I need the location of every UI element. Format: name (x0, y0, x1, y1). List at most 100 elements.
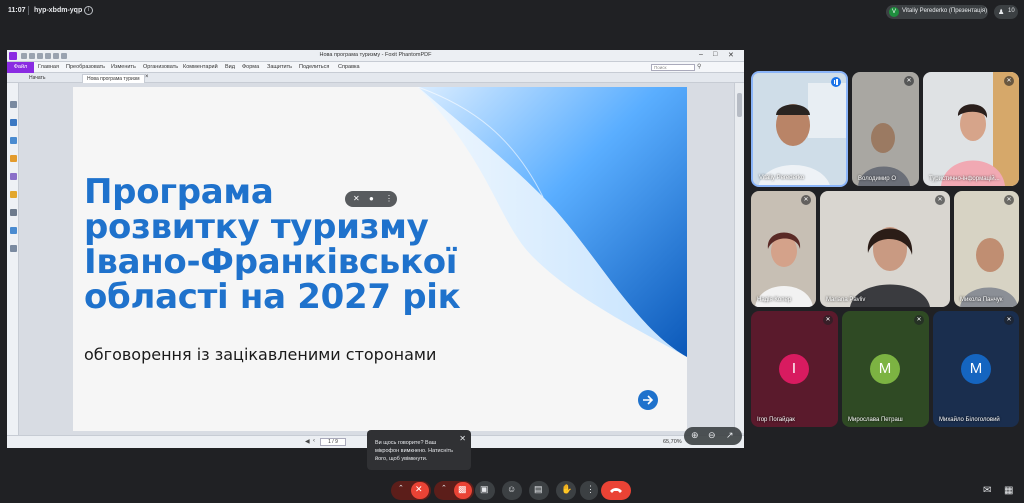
participant-name: Надія Копер (757, 297, 792, 303)
bookmark-icon[interactable] (10, 101, 17, 108)
participant-tile[interactable]: ✕ Володимир О (852, 72, 919, 186)
menu-edit[interactable]: Изменить (111, 64, 136, 70)
participant-tile[interactable]: ✕ Надія Копер (751, 191, 816, 307)
tab-start[interactable]: Начать (25, 74, 49, 83)
participant-tile[interactable]: М ✕ Михайло Білоголовий (933, 311, 1019, 427)
participant-name: Мирослава Петраш (848, 417, 903, 423)
raise-hand-button[interactable]: ✋ (556, 481, 576, 500)
participant-tile[interactable]: Vitaliy Perederko (751, 71, 848, 187)
chat-icon[interactable]: ✉ (983, 485, 991, 496)
fields-icon[interactable] (10, 227, 17, 234)
more-vert-icon: ⋮ (586, 484, 595, 494)
menu-organize[interactable]: Организовать (143, 64, 178, 70)
menu-form[interactable]: Форма (242, 64, 259, 70)
comments-icon[interactable] (10, 155, 17, 162)
hand-icon: ✋ (561, 484, 573, 494)
menu-comment[interactable]: Комментарий (183, 64, 218, 70)
close-icon[interactable]: ✕ (459, 434, 466, 443)
participant-tile[interactable]: І ✕ Ігор Погайдак (751, 311, 838, 427)
participant-tile[interactable]: ✕ Mariana Pavliv (820, 191, 950, 307)
top-bar: 11:07 hyp-xbdm-yqp i V Vitaliy Perederko… (0, 0, 1024, 24)
zoom-level[interactable]: 65,70% (663, 439, 682, 445)
presenter-chip[interactable]: V Vitaliy Perederko (Презентація) (886, 5, 988, 19)
emoji-icon: ☺ (507, 484, 517, 494)
participant-tile[interactable]: ✕ Микола Панчук (954, 191, 1019, 307)
participant-name: Vitaliy Perederko (759, 175, 805, 181)
pages-icon[interactable] (10, 119, 17, 126)
slide-title-line: Програма (84, 172, 274, 212)
arrow-right-icon (643, 395, 654, 405)
search-icon[interactable]: ⚲ (697, 63, 701, 70)
left-toolbar (7, 83, 19, 448)
scroll-thumb[interactable] (737, 93, 742, 117)
menu-protect[interactable]: Защитить (267, 64, 292, 70)
participant-tile[interactable]: ✕ Туристично-інформацій... (923, 72, 1019, 186)
signature-icon[interactable] (10, 209, 17, 216)
next-slide-button[interactable] (638, 390, 658, 410)
app-menubar: Файл Главная Преобразовать Изменить Орга… (7, 62, 744, 73)
more-options-button[interactable]: ⋮ (580, 481, 598, 500)
search-input[interactable]: Поиск (651, 64, 695, 71)
chevron-up-icon[interactable]: ⌃ (398, 484, 404, 492)
camera-off-icon: ▩ (458, 484, 467, 494)
slide-title-line: Івано-Франківської (84, 242, 458, 282)
captions-icon: ▤ (534, 484, 543, 494)
present-screen-icon: ▣ (480, 484, 489, 494)
muted-mic-icon: ✕ (935, 195, 945, 205)
muted-mic-icon: ✕ (1004, 195, 1014, 205)
presenter-label: Vitaliy Perederko (Презентація) (902, 8, 988, 14)
menu-share[interactable]: Поделиться (299, 64, 329, 70)
participant-name: Туристично-інформацій... (929, 176, 1000, 182)
menu-help[interactable]: Справка (338, 64, 360, 70)
vertical-scrollbar[interactable] (734, 83, 744, 433)
zoom-in-icon[interactable]: ⊕ (691, 430, 699, 441)
captions-button[interactable]: ▤ (529, 481, 549, 500)
maximize-icon[interactable]: □ (713, 51, 717, 58)
zoom-out-icon[interactable]: ⊖ (708, 430, 716, 441)
first-page-icon[interactable]: ◀ (305, 438, 310, 445)
info-icon[interactable]: i (84, 6, 93, 15)
tab-document[interactable]: Нова програма туризм (82, 74, 145, 83)
participant-tile[interactable]: М ✕ Мирослава Петраш (842, 311, 929, 427)
meeting-time: 11:07 (8, 7, 26, 14)
camera-control[interactable]: ⌃ ▩ (434, 481, 474, 500)
muted-mic-icon: ✕ (801, 195, 811, 205)
shared-screen: Нова програма туризму - Foxit PhantomPDF… (7, 50, 744, 448)
more-options-icon[interactable]: ⋮ (385, 194, 393, 203)
unpin-icon[interactable]: ✕ (353, 194, 360, 203)
menu-view[interactable]: Вид (225, 64, 235, 70)
page-number-input[interactable]: 1 / 9 (320, 438, 346, 446)
minimize-icon[interactable]: – (699, 51, 703, 58)
speaking-indicator-icon (831, 77, 841, 87)
present-button[interactable]: ▣ (475, 481, 495, 500)
tab-close-icon[interactable]: × (145, 74, 149, 80)
microphone-control[interactable]: ⌃ ✕ (391, 481, 431, 500)
toast-message: Ви щось говорите? Ваш мікрофон вимкнено.… (375, 440, 454, 462)
content-icon[interactable] (10, 245, 17, 252)
chevron-up-icon[interactable]: ⌃ (441, 484, 447, 492)
close-icon[interactable]: ✕ (728, 51, 734, 59)
menu-convert[interactable]: Преобразовать (66, 64, 105, 70)
participant-name: Володимир О (858, 176, 896, 182)
activities-icon[interactable]: ▦ (1004, 485, 1013, 496)
fullscreen-icon[interactable]: ↗ (726, 430, 734, 441)
muted-mic-icon: ✕ (823, 315, 833, 325)
reactions-button[interactable]: ☺ (502, 481, 522, 500)
mute-presenter-icon[interactable]: ● (369, 194, 374, 203)
people-button[interactable]: ♟ 10 (994, 5, 1018, 19)
participant-avatar: І (779, 354, 809, 384)
slide-title-line: розвитку туризму (84, 207, 429, 247)
muted-mic-icon: ✕ (1004, 76, 1014, 86)
prev-page-icon[interactable]: ‹ (313, 438, 315, 444)
attachment-icon[interactable] (10, 173, 17, 180)
participant-avatar: М (870, 354, 900, 384)
lock-icon[interactable] (10, 191, 17, 198)
leave-call-button[interactable] (601, 481, 631, 500)
participant-name: Михайло Білоголовий (939, 417, 1000, 423)
menu-home[interactable]: Главная (38, 64, 59, 70)
muted-mic-icon: ✕ (914, 315, 924, 325)
muted-mic-icon: ✕ (904, 76, 914, 86)
layers-icon[interactable] (10, 137, 17, 144)
menu-file[interactable]: Файл (7, 62, 34, 73)
people-icon: ♟ (998, 9, 1005, 16)
